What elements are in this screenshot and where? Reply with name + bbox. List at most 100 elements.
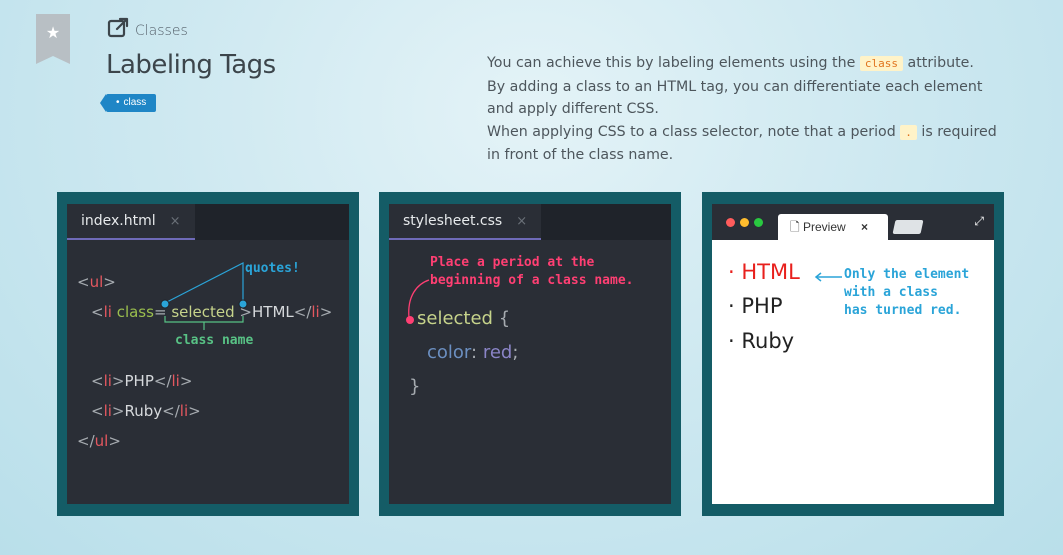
code-token: > [111,402,125,420]
close-tab-icon[interactable]: × [516,214,527,229]
annotation-line: with a class [844,285,938,300]
code-token: { [498,308,511,329]
file-icon: 🗋 [790,220,800,234]
code-token: } [409,376,421,397]
desc-line-5: in front of the class name. [487,147,674,163]
code-token: ; [512,342,519,363]
code-token: > [239,303,252,321]
code-token: li [171,372,180,390]
annotation-line: Only the element [844,267,970,282]
code-token: li [103,402,112,420]
code-token: li [103,303,112,321]
tab-label: Preview [803,220,846,234]
code-token: > [188,402,201,420]
css-editor: stylesheet.css × Place a period at the be… [389,204,671,504]
close-window-icon[interactable] [726,218,735,227]
expand-icon[interactable]: ⤢ [974,214,984,229]
topic-tag[interactable]: • class [99,94,157,112]
html-code-area[interactable]: quotes! <ul> <li class= selected >HTML</… [67,240,349,504]
class-name-annotation: class name [175,333,254,348]
desc-line-2: By adding a class to an HTML tag, you ca… [487,78,983,95]
code-token: > [103,273,116,291]
lesson-description: You can achieve this by labeling element… [487,52,1027,167]
preview-item-label: HTML [741,260,800,284]
code-token: = [153,303,167,321]
code-token: > [108,432,121,450]
bullet: · [728,294,735,318]
bullet: · [728,260,735,284]
breadcrumb: Classes [106,16,188,40]
code-token: </ [162,402,180,420]
preview-item-ruby: · Ruby [728,329,794,353]
close-tab-icon[interactable]: × [170,214,181,229]
quotes-annotation: quotes! [245,261,300,276]
code-token: ul [94,432,109,450]
html-editor-tabbar: index.html × [67,204,349,240]
css-selector: selected [417,308,493,329]
code-token: : [471,342,478,363]
css-editor-panel: stylesheet.css × Place a period at the be… [379,192,681,516]
desc-line-4: When applying CSS to a class selector, n… [487,123,896,140]
inline-code-class: class [859,56,903,71]
css-editor-tabbar: stylesheet.css × [389,204,671,240]
close-tab-icon[interactable]: × [861,220,868,234]
code-token: PHP [124,372,154,390]
code-token: selected [171,303,235,321]
preview-item-php: · PHP [728,294,783,318]
code-token: </ [153,372,172,390]
preview-item-label: PHP [741,294,783,318]
breadcrumb-label[interactable]: Classes [135,23,188,39]
code-token: HTML [252,303,294,321]
css-code-area[interactable]: Place a period at the beginning of a cla… [389,240,671,504]
code-token: > [111,372,125,390]
code-token: </ [77,432,95,450]
html-editor-panel: index.html × quotes! <ul> <li class= sele… [57,192,359,516]
code-token: li [103,372,112,390]
code-token: < [91,372,104,390]
preview-window: 🗋 Preview × ⤢ · HTML · PHP · Ruby Only t… [712,204,994,504]
minimize-window-icon[interactable] [740,218,749,227]
result-annotation: Only the element with a class has turned… [844,266,969,320]
tab-label: index.html [81,213,156,229]
tab-preview[interactable]: 🗋 Preview × [778,214,888,240]
code-token: < [91,303,104,321]
tab-stylesheet-css[interactable]: stylesheet.css × [389,204,542,240]
tab-index-html[interactable]: index.html × [67,204,195,240]
inline-code-period: . [900,124,917,140]
code-token: ul [89,273,104,291]
preview-item-label: Ruby [741,329,795,353]
arrow-left-icon [814,272,842,282]
desc-line-3: and apply different CSS. [487,101,659,117]
code-token: < [91,402,104,420]
code-token: > [179,372,193,390]
period-annotation: Place a period at the beginning of a cla… [430,254,634,290]
code-token: class [116,303,154,321]
topic-tag-label: class [123,97,147,108]
code-token: Ruby [124,402,163,420]
annotation-line: Place a period at the [430,255,595,270]
css-property: color [427,342,472,363]
bullet: · [728,329,735,353]
page-title: Labeling Tags [106,50,276,80]
tab-label: stylesheet.css [403,213,503,229]
code-token: < [77,273,90,291]
preview-titlebar: 🗋 Preview × ⤢ [712,204,994,240]
desc-line-4-end: is required [921,123,997,140]
desc-line-1-end: attribute. [907,55,974,71]
code-token: > [319,303,333,321]
html-editor: index.html × quotes! <ul> <li class= sele… [67,204,349,504]
annotation-line: has turned red. [844,303,962,318]
external-link-icon [107,17,129,38]
star-icon: ★ [45,23,61,42]
maximize-window-icon[interactable] [754,218,763,227]
code-token: li [311,303,320,321]
annotation-line: beginning of a class name. [430,273,634,288]
code-token: </ [293,303,312,321]
css-value: red [482,342,513,363]
new-tab-button[interactable] [892,220,924,234]
bookmark-button[interactable]: ★ [36,14,70,64]
code-token: li [179,402,189,420]
preview-panel: 🗋 Preview × ⤢ · HTML · PHP · Ruby Only t… [702,192,1004,516]
desc-line-1: You can achieve this by labeling element… [487,55,856,71]
preview-item-html: · HTML [728,260,800,284]
